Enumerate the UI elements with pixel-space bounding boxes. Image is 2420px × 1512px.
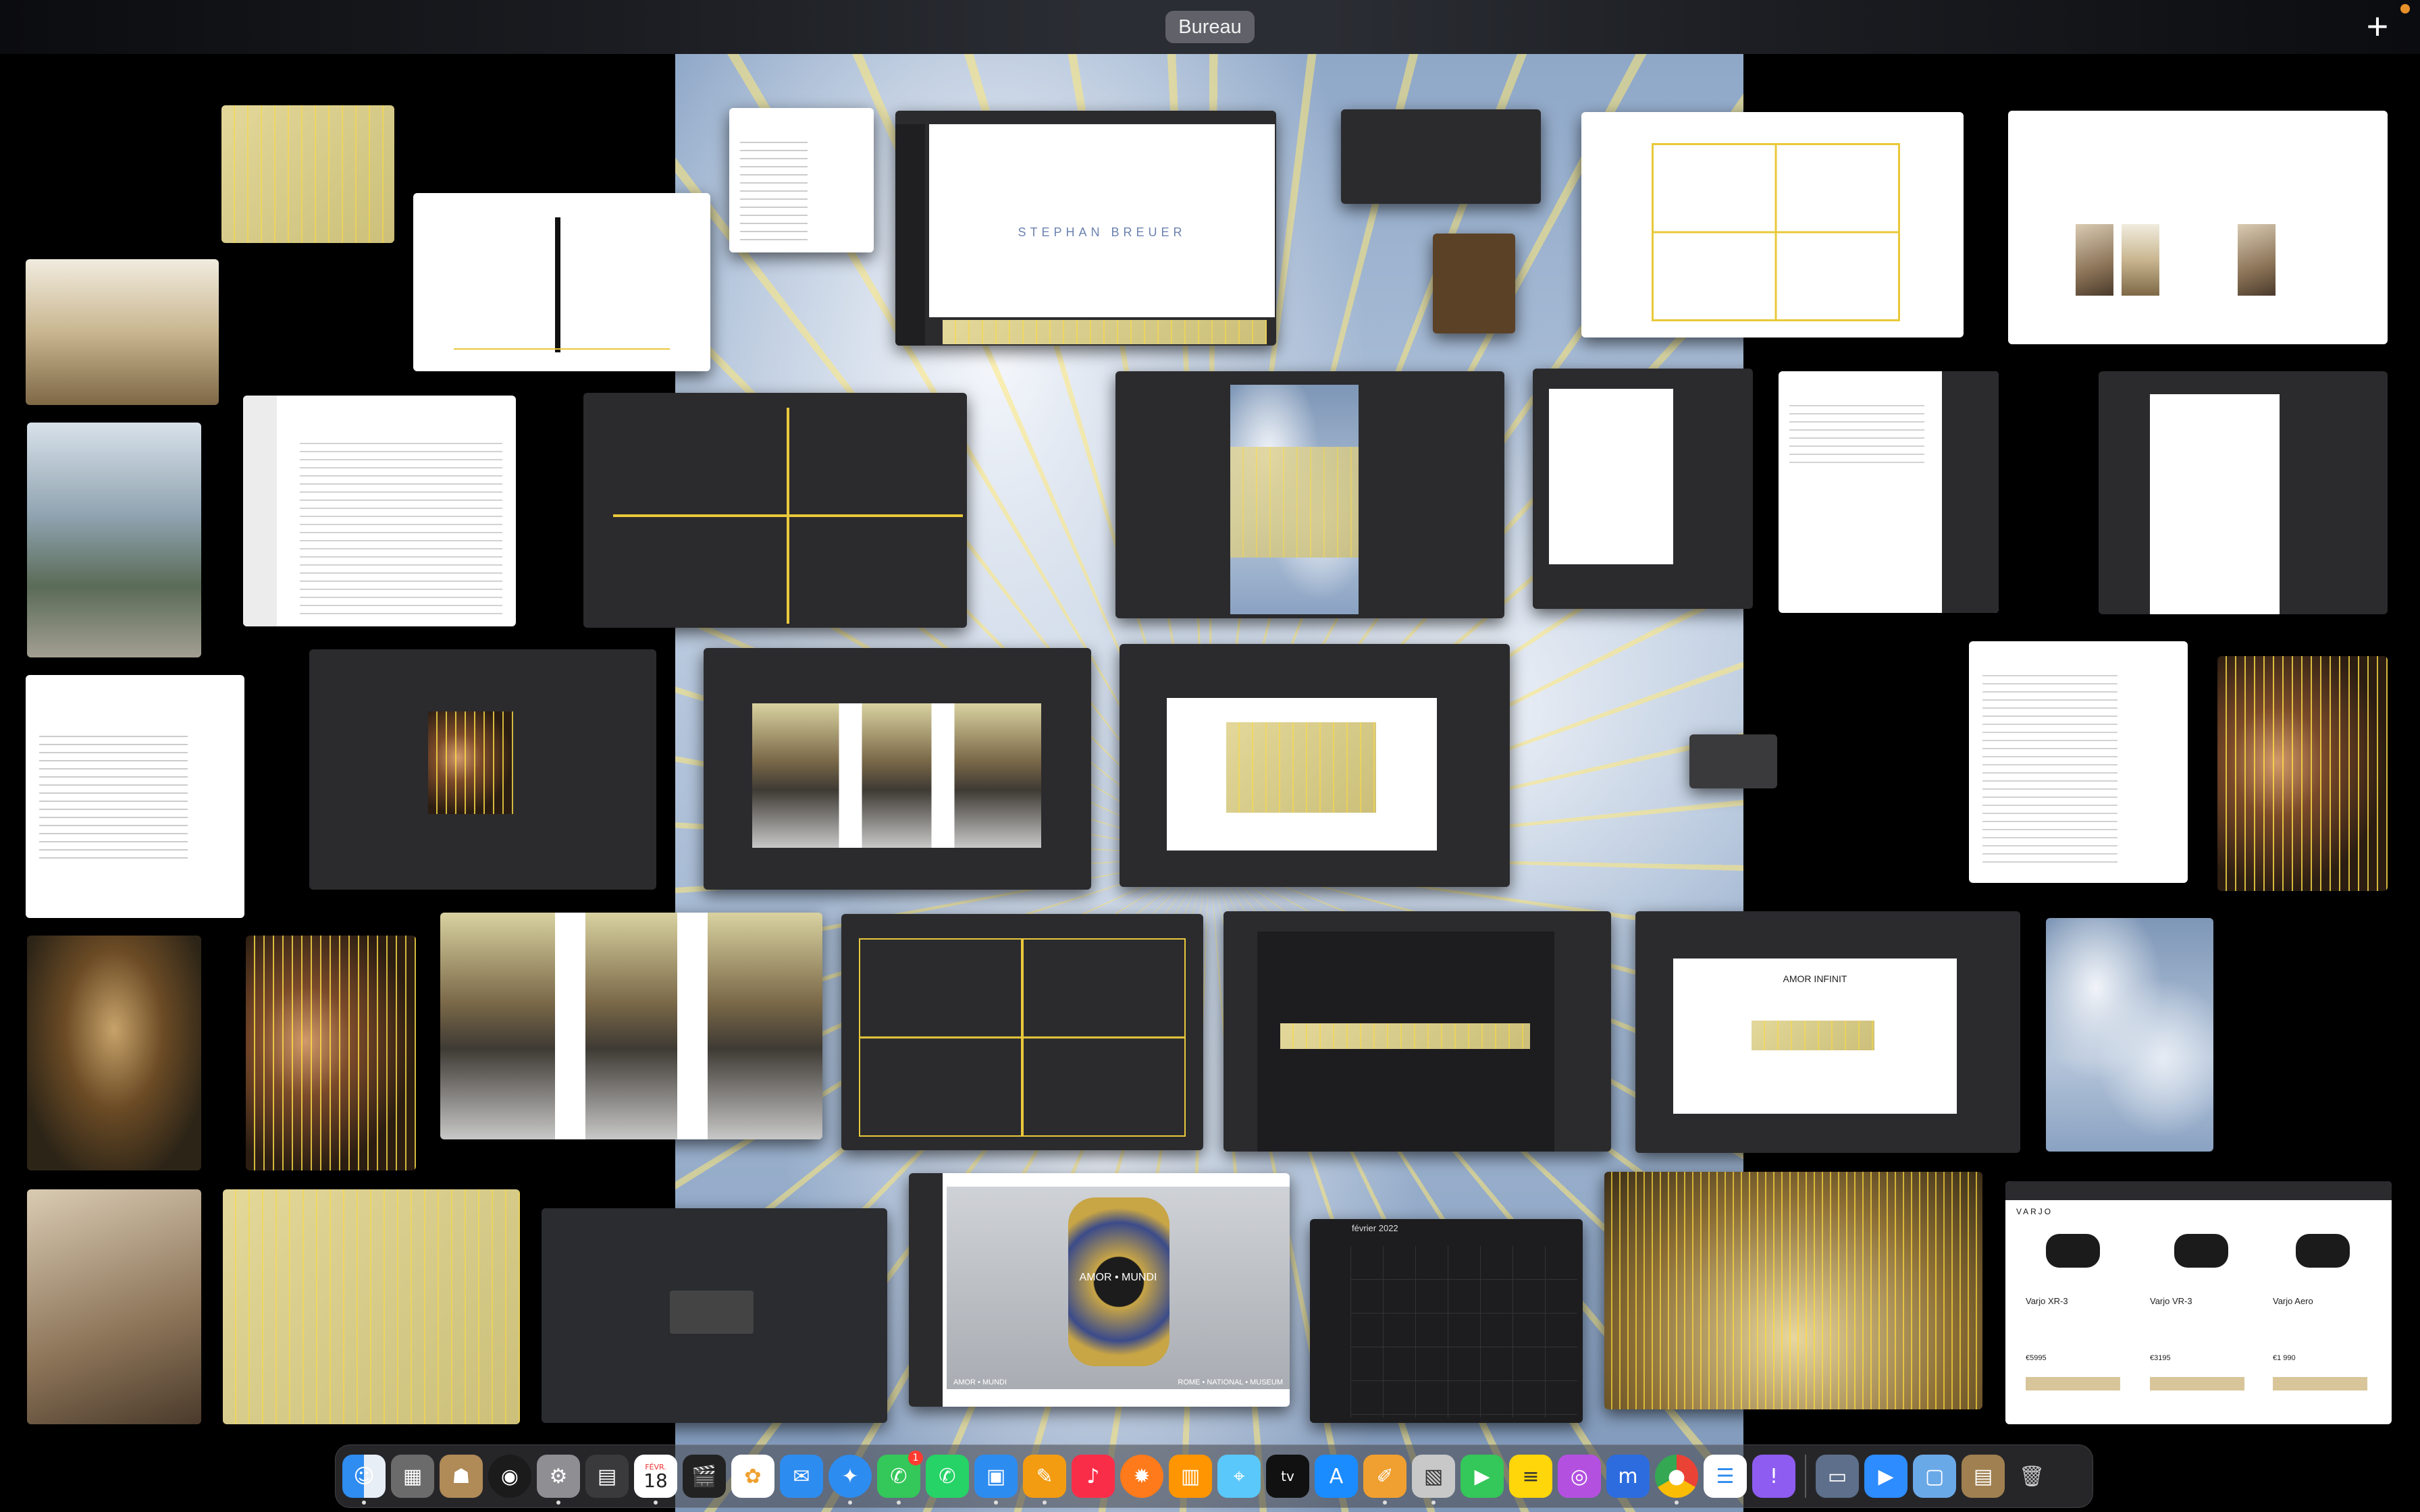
window-gold-panel-editor[interactable]	[1115, 371, 1504, 618]
amor-infinit-title: AMOR INFINIT	[1783, 973, 1847, 984]
final-cut-icon[interactable]: 🎬	[683, 1455, 726, 1498]
whatsapp-icon[interactable]: ✆	[926, 1455, 969, 1498]
chrome-icon[interactable]: ●	[1655, 1455, 1698, 1505]
finder-icon[interactable]: ☺	[342, 1455, 386, 1505]
safari-icon[interactable]: ✦	[828, 1455, 872, 1505]
window-calendar[interactable]: février 2022	[1310, 1219, 1583, 1423]
window-photo-sky-sun[interactable]	[2046, 918, 2213, 1152]
window-layout-editor[interactable]	[1120, 644, 1510, 887]
window-gallery-editor[interactable]	[704, 648, 1091, 890]
amor-footer-right: ROME • NATIONAL • MUSEUM	[1178, 1378, 1283, 1386]
window-banner-editor[interactable]	[1224, 911, 1611, 1152]
window-amor-mundi-keynote[interactable]: AMOR • MUNDI AMOR • MUNDI ROME • NATIONA…	[909, 1173, 1290, 1407]
varjo-product-3[interactable]: Varjo Aero	[2273, 1296, 2313, 1306]
calendar-icon[interactable]: FÉVR. 18	[634, 1455, 677, 1505]
varjo-price-2: €3195	[2150, 1354, 2171, 1362]
window-photo-gold-hands-right[interactable]	[2217, 656, 2388, 891]
tv-icon[interactable]: tv	[1266, 1455, 1309, 1498]
app-store-icon[interactable]: A	[1315, 1455, 1358, 1498]
notification-dot	[2400, 4, 2410, 14]
varjo-product-1[interactable]: Varjo XR-3	[2026, 1296, 2068, 1306]
downloads-stack-icon[interactable]: ▭	[1816, 1455, 1859, 1498]
keynote-slide-title: STEPHAN BREUER	[1018, 225, 1186, 239]
window-diagram-sketch[interactable]	[413, 193, 710, 371]
window-varjo-website[interactable]: VARJO Varjo XR-3 Varjo VR-3 Varjo Aero €…	[2005, 1181, 2392, 1424]
messages-icon[interactable]: ✆ 1	[877, 1451, 923, 1505]
dock-separator	[1805, 1455, 1806, 1498]
window-brown-panel[interactable]	[1433, 234, 1515, 333]
window-text-document-small[interactable]	[729, 108, 874, 252]
space-label-desktop[interactable]: Bureau	[1165, 11, 1255, 43]
reminders-icon[interactable]: ☰	[1704, 1455, 1747, 1498]
window-form-document[interactable]	[2099, 371, 2388, 614]
varjo-price-1: €5995	[2026, 1354, 2047, 1362]
add-space-button[interactable]: +	[2361, 7, 2394, 45]
firefox-icon[interactable]: ✹	[1120, 1455, 1163, 1498]
window-photo-winter-path[interactable]	[27, 423, 201, 657]
books-icon[interactable]: ▥	[1169, 1455, 1212, 1498]
window-photo-palace-hall[interactable]	[26, 259, 219, 405]
calendar-month-title: février 2022	[1352, 1223, 1398, 1233]
window-gold-angel-drawing[interactable]	[1604, 1172, 1982, 1409]
window-pages-document[interactable]	[243, 396, 516, 626]
music-icon[interactable]: ♪	[1072, 1455, 1115, 1498]
document-stack-icon[interactable]: ▤	[1962, 1455, 2005, 1498]
window-sky-grid-editor[interactable]	[583, 393, 967, 628]
keynote-icon[interactable]: ▣	[974, 1455, 1018, 1505]
maps-icon[interactable]: ⌖	[1217, 1455, 1261, 1498]
window-dark-dialog-large[interactable]	[542, 1208, 887, 1423]
window-ceiling-plan[interactable]	[1581, 112, 1964, 338]
facetime-icon[interactable]: ▶	[1461, 1455, 1504, 1498]
amor-mundi-caption: AMOR • MUNDI	[1079, 1272, 1157, 1283]
varjo-product-2[interactable]: Varjo VR-3	[2150, 1296, 2192, 1306]
window-gold-figure-editor[interactable]	[309, 649, 656, 890]
varjo-logo: VARJO	[2016, 1207, 2053, 1216]
window-photo-workshop[interactable]	[27, 1189, 201, 1424]
varjo-price-3: €1 990	[2273, 1354, 2296, 1362]
window-photo-mona-lisa[interactable]	[27, 936, 201, 1170]
calendar-icon-day: 18	[643, 1469, 668, 1492]
window-gold-frame-drawing[interactable]	[223, 1189, 520, 1424]
notes-icon[interactable]: ≡	[1509, 1455, 1552, 1498]
window-text-document-notes[interactable]	[1969, 641, 2188, 883]
dock: ☺ ▦ ☗ ◉ ⚙ ▤ FÉVR. 18 🎬 ✿ ✉ ✦ ✆ 1 ✆ ▣ ✎ ♪ …	[335, 1444, 2093, 1508]
window-app-toolbar-small[interactable]	[1341, 109, 1541, 204]
pages-icon[interactable]: ✎	[1023, 1455, 1066, 1505]
window-crosshair-editor[interactable]	[1533, 369, 1753, 609]
window-gallery-photo[interactable]	[440, 913, 822, 1139]
preview-icon[interactable]: ▧	[1412, 1455, 1455, 1505]
window-tiny-dialog[interactable]	[1689, 734, 1777, 788]
dictionary-icon[interactable]: m	[1606, 1455, 1650, 1498]
folder-icon[interactable]: ▢	[1913, 1455, 1956, 1498]
calculator-icon[interactable]: ▤	[585, 1455, 629, 1498]
spotlight-icon[interactable]: ◉	[488, 1455, 531, 1498]
window-keynote-stephan-breuer[interactable]: STEPHAN BREUER	[895, 111, 1276, 346]
mission-control-bar: Bureau +	[0, 0, 2420, 54]
podcasts-icon[interactable]: ◎	[1558, 1455, 1601, 1498]
window-sky-grid-large[interactable]	[841, 914, 1203, 1150]
amor-footer-left: AMOR • MUNDI	[953, 1378, 1007, 1386]
photos-icon[interactable]: ✿	[731, 1455, 774, 1498]
system-preferences-icon[interactable]: ⚙	[537, 1455, 580, 1505]
window-amor-infinit-editor[interactable]: AMOR INFINIT	[1635, 911, 2020, 1153]
launchpad-icon[interactable]: ▦	[391, 1455, 434, 1498]
pixelmator-icon[interactable]: ✐	[1363, 1455, 1406, 1505]
window-photo-gold-hands-left[interactable]	[246, 936, 416, 1170]
zoom-icon[interactable]: ▶	[1864, 1455, 1908, 1498]
mail-icon[interactable]: ✉	[780, 1455, 823, 1498]
window-gold-frame-small[interactable]	[221, 105, 394, 243]
feedback-icon[interactable]: !	[1752, 1455, 1795, 1498]
window-text-document-letter[interactable]	[26, 675, 244, 918]
messages-badge: 1	[908, 1451, 923, 1465]
window-dimensions-sheet[interactable]	[2008, 111, 2388, 344]
contacts-icon[interactable]: ☗	[440, 1455, 483, 1498]
window-text-editor-right[interactable]	[1779, 371, 1999, 613]
trash-icon[interactable]: 🗑	[2010, 1455, 2053, 1498]
